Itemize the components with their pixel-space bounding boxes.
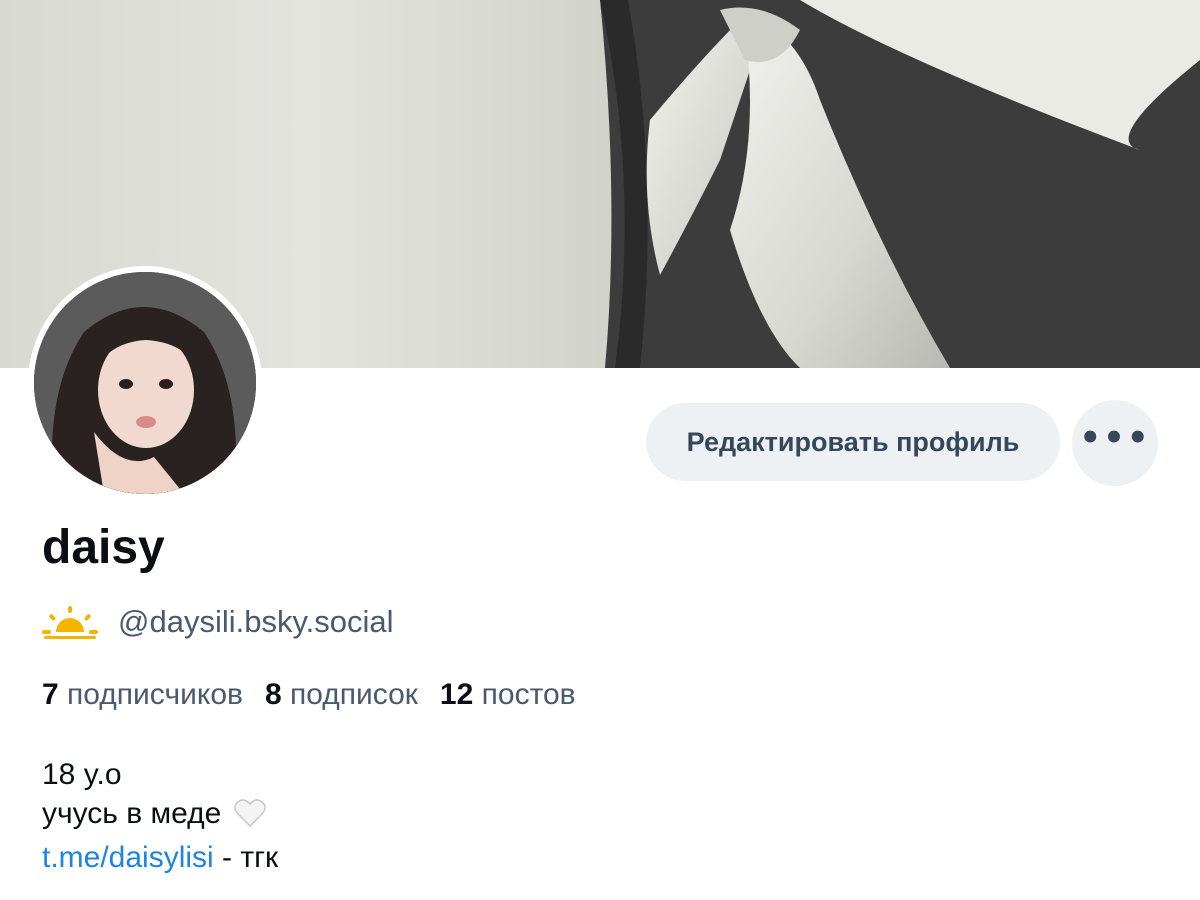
profile-stats: 7 подписчиков 8 подписок 12 постов [42, 678, 598, 712]
posts-stat: 12 постов [440, 678, 576, 712]
telegram-link[interactable]: t.me/daisylisi [42, 841, 214, 874]
followers-count: 7 [42, 678, 59, 711]
handle-row: @daysili.bsky.social [42, 600, 394, 644]
more-options-button[interactable]: ••• [1072, 400, 1158, 486]
following-count: 8 [264, 678, 282, 711]
profile-handle: @daysili.bsky.social [118, 604, 394, 639]
edit-profile-button[interactable]: Редактировать профиль [646, 403, 1060, 481]
following-label: подписок [289, 678, 418, 711]
bio-line-study: учусь в меде [42, 794, 278, 838]
profile-avatar[interactable] [28, 266, 262, 500]
followers-stat[interactable]: 7 подписчиков [42, 678, 243, 712]
bio-link-suffix: - тгк [213, 841, 279, 874]
profile-bio: 18 y.o учусь в меде t.me/daisylisi - тгк [42, 755, 278, 877]
posts-label: постов [481, 678, 576, 711]
sunrise-icon [42, 602, 98, 642]
bio-line-link: t.me/daisylisi - тгк [42, 838, 278, 877]
white-heart-icon [233, 798, 266, 838]
avatar-image [34, 272, 256, 494]
following-stat[interactable]: 8 подписок [265, 678, 418, 712]
followers-label: подписчиков [67, 678, 243, 711]
posts-count: 12 [439, 678, 474, 711]
bio-study-text: учусь в меде [42, 797, 222, 830]
display-name: daisy [42, 521, 165, 574]
bio-line-age: 18 y.o [42, 758, 122, 791]
